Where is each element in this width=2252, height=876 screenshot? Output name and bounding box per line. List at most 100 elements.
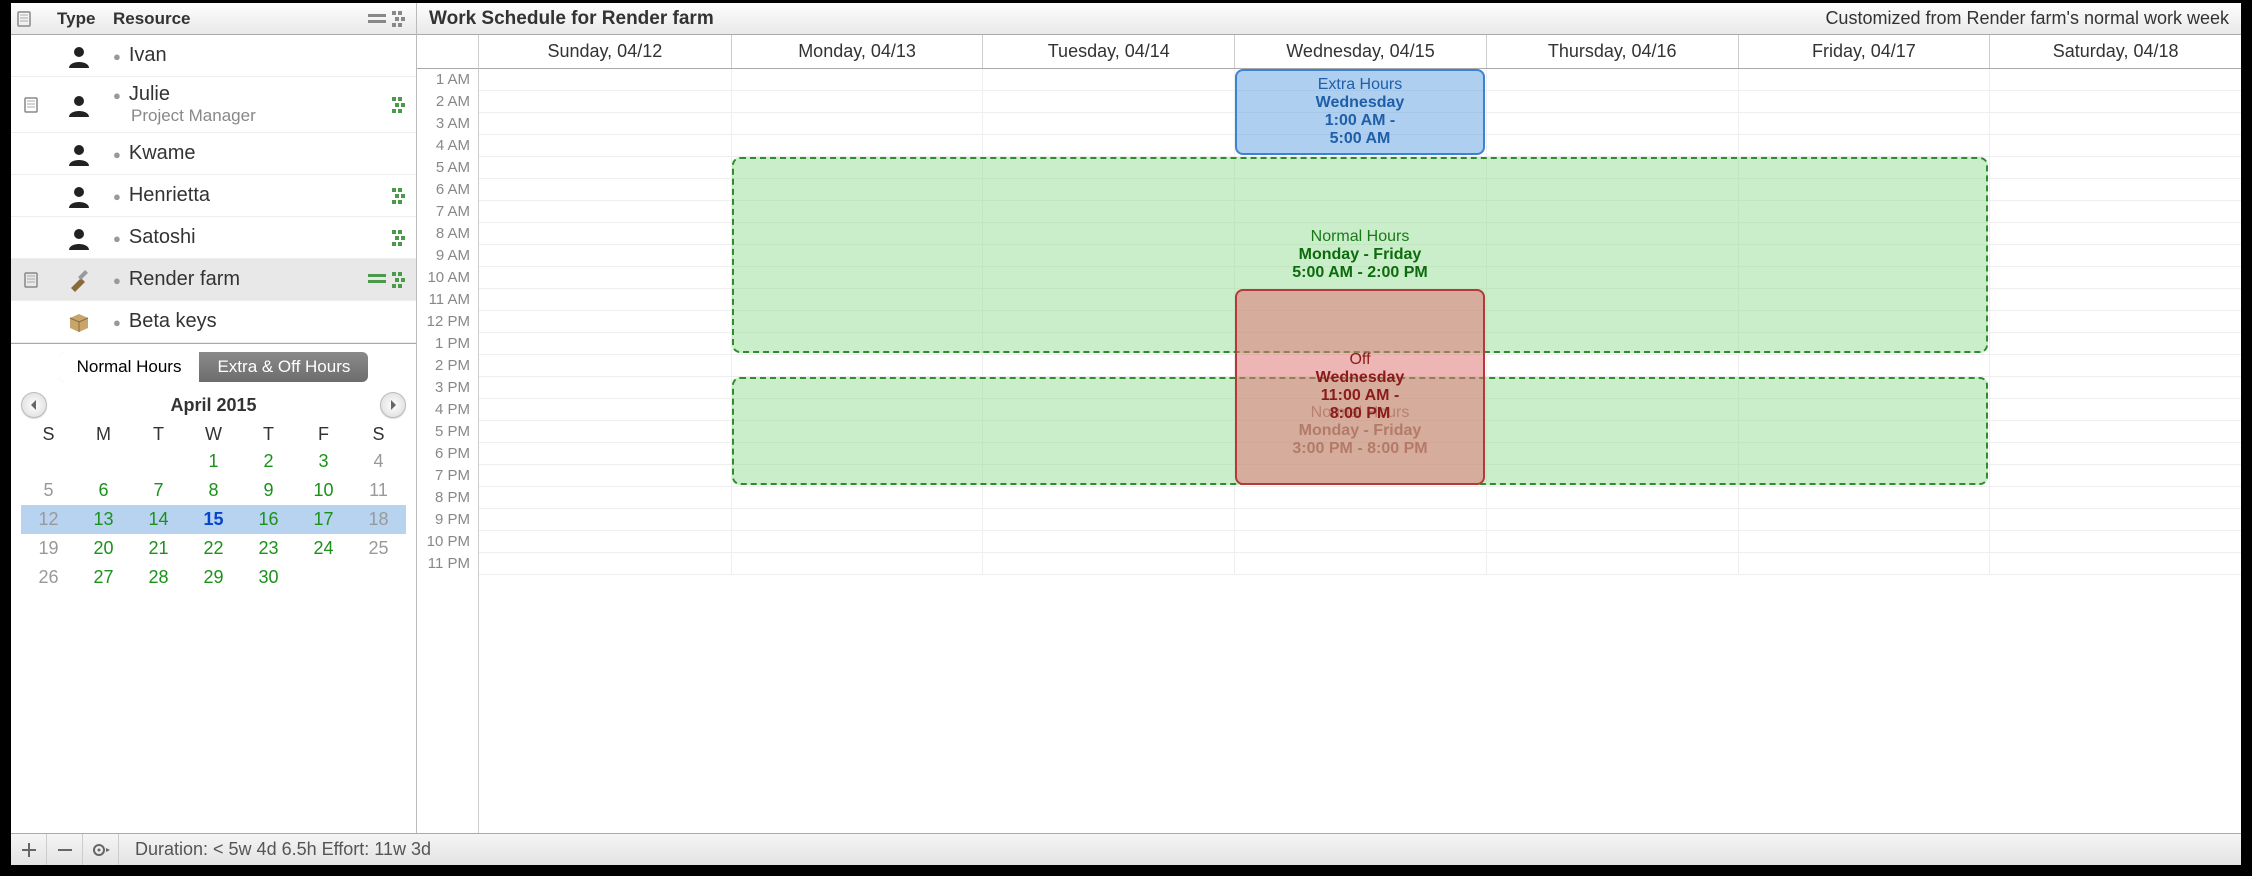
- cal-day[interactable]: 2: [241, 447, 296, 476]
- row-icons: [352, 272, 416, 288]
- schedule-note: Customized from Render farm's normal wor…: [1825, 8, 2229, 29]
- day-header-cell[interactable]: Sunday, 04/12: [479, 35, 731, 68]
- resource-name: Kwame: [129, 142, 196, 164]
- cal-day[interactable]: 20: [76, 534, 131, 563]
- cal-day[interactable]: [351, 563, 406, 592]
- schedule-header: Work Schedule for Render farm Customized…: [417, 3, 2241, 35]
- resource-row[interactable]: ●Satoshi: [11, 217, 416, 259]
- cal-day[interactable]: 13: [76, 505, 131, 534]
- resource-row[interactable]: ●Ivan: [11, 35, 416, 77]
- cal-day[interactable]: 14: [131, 505, 186, 534]
- hour-label: 12 PM: [417, 311, 478, 333]
- segment-normal-hours[interactable]: Normal Hours: [59, 352, 200, 382]
- cal-day[interactable]: 24: [296, 534, 351, 563]
- cal-prev-button[interactable]: [21, 392, 47, 418]
- row-icons: [352, 97, 416, 113]
- resource-name: Ivan: [129, 44, 167, 66]
- hour-label: 10 PM: [417, 531, 478, 553]
- cal-day[interactable]: 1: [186, 447, 241, 476]
- row-icons: [352, 230, 416, 246]
- segment-extra-off-hours[interactable]: Extra & Off Hours: [199, 352, 368, 382]
- resource-row[interactable]: ●Beta keys: [11, 301, 416, 343]
- cal-dow: S: [21, 422, 76, 447]
- cal-day[interactable]: [131, 447, 186, 476]
- day-header-cell[interactable]: Wednesday, 04/15: [1234, 35, 1486, 68]
- resource-row[interactable]: ●Henrietta: [11, 175, 416, 217]
- schedule-event[interactable]: OffWednesday11:00 AM -8:00 PM: [1235, 289, 1485, 485]
- header-type[interactable]: Type: [51, 9, 107, 29]
- hour-label: 4 AM: [417, 135, 478, 157]
- cal-day[interactable]: 4: [351, 447, 406, 476]
- cal-day[interactable]: 5: [21, 476, 76, 505]
- cal-day[interactable]: 18: [351, 505, 406, 534]
- cal-day[interactable]: 19: [21, 534, 76, 563]
- add-button[interactable]: [11, 834, 47, 865]
- remove-button[interactable]: [47, 834, 83, 865]
- cal-day[interactable]: 6: [76, 476, 131, 505]
- bars-header-icon[interactable]: [368, 12, 386, 26]
- gear-button[interactable]: [83, 834, 119, 865]
- cal-day[interactable]: 21: [131, 534, 186, 563]
- day-header-cell[interactable]: Monday, 04/13: [731, 35, 983, 68]
- cal-day[interactable]: [76, 447, 131, 476]
- day-header-cell[interactable]: Friday, 04/17: [1738, 35, 1990, 68]
- cal-day[interactable]: 26: [21, 563, 76, 592]
- hour-label: 11 PM: [417, 553, 478, 575]
- schedule-event[interactable]: Extra HoursWednesday1:00 AM -5:00 AM: [1235, 69, 1485, 155]
- hour-label: 6 AM: [417, 179, 478, 201]
- note-cell: [11, 97, 51, 113]
- cal-day[interactable]: 22: [186, 534, 241, 563]
- cal-day[interactable]: 8: [186, 476, 241, 505]
- resource-row[interactable]: ●Render farm: [11, 259, 416, 301]
- type-icon: [51, 226, 107, 250]
- cal-table[interactable]: SMTWTFS123456789101112131415161718192021…: [21, 422, 406, 592]
- type-icon: [51, 310, 107, 334]
- cal-title: April 2015: [55, 395, 372, 416]
- schedule-panel: Work Schedule for Render farm Customized…: [417, 3, 2241, 833]
- resource-row[interactable]: ●Kwame: [11, 133, 416, 175]
- note-header-icon: [17, 11, 31, 27]
- hour-label: 5 PM: [417, 421, 478, 443]
- day-header-cell[interactable]: Saturday, 04/18: [1989, 35, 2241, 68]
- cal-next-button[interactable]: [380, 392, 406, 418]
- cal-day[interactable]: [21, 447, 76, 476]
- cal-day[interactable]: 25: [351, 534, 406, 563]
- schedule-grid[interactable]: Extra HoursWednesday1:00 AM -5:00 AMNorm…: [479, 69, 2241, 575]
- header-resource[interactable]: Resource: [107, 9, 352, 29]
- cal-dow: F: [296, 422, 351, 447]
- cal-day[interactable]: 17: [296, 505, 351, 534]
- hour-label: 6 PM: [417, 443, 478, 465]
- hour-label: 1 PM: [417, 333, 478, 355]
- hour-label: 2 PM: [417, 355, 478, 377]
- cal-day[interactable]: 28: [131, 563, 186, 592]
- type-icon: [51, 44, 107, 68]
- cluster-header-icon[interactable]: [392, 11, 410, 27]
- header-icons: [352, 11, 416, 27]
- cal-day[interactable]: 29: [186, 563, 241, 592]
- cal-day[interactable]: 12: [21, 505, 76, 534]
- cal-day[interactable]: 16: [241, 505, 296, 534]
- time-column: 1 AM2 AM3 AM4 AM5 AM6 AM7 AM8 AM9 AM10 A…: [417, 35, 479, 833]
- resource-row[interactable]: ●JulieProject Manager: [11, 77, 416, 133]
- event-label: Extra Hours: [1318, 76, 1402, 94]
- cal-day[interactable]: 30: [241, 563, 296, 592]
- schedule-body: Sunday, 04/12Monday, 04/13Tuesday, 04/14…: [479, 35, 2241, 833]
- cal-day[interactable]: 10: [296, 476, 351, 505]
- cal-day[interactable]: 7: [131, 476, 186, 505]
- name-cell: ●Render farm: [107, 268, 352, 291]
- cal-day[interactable]: 27: [76, 563, 131, 592]
- cal-day[interactable]: 15: [186, 505, 241, 534]
- cal-day[interactable]: 23: [241, 534, 296, 563]
- cal-day[interactable]: 3: [296, 447, 351, 476]
- day-header-cell[interactable]: Thursday, 04/16: [1486, 35, 1738, 68]
- cal-day[interactable]: 11: [351, 476, 406, 505]
- header-note-col[interactable]: [11, 11, 51, 27]
- resource-header: Type Resource: [11, 3, 416, 35]
- cal-day[interactable]: [296, 563, 351, 592]
- hour-label: 10 AM: [417, 267, 478, 289]
- day-header-cell[interactable]: Tuesday, 04/14: [982, 35, 1234, 68]
- event-time: 8:00 PM: [1330, 405, 1390, 423]
- resource-name: Satoshi: [129, 226, 196, 248]
- cal-day[interactable]: 9: [241, 476, 296, 505]
- sidebar-lower: Normal Hours Extra & Off Hours April 201…: [11, 343, 416, 596]
